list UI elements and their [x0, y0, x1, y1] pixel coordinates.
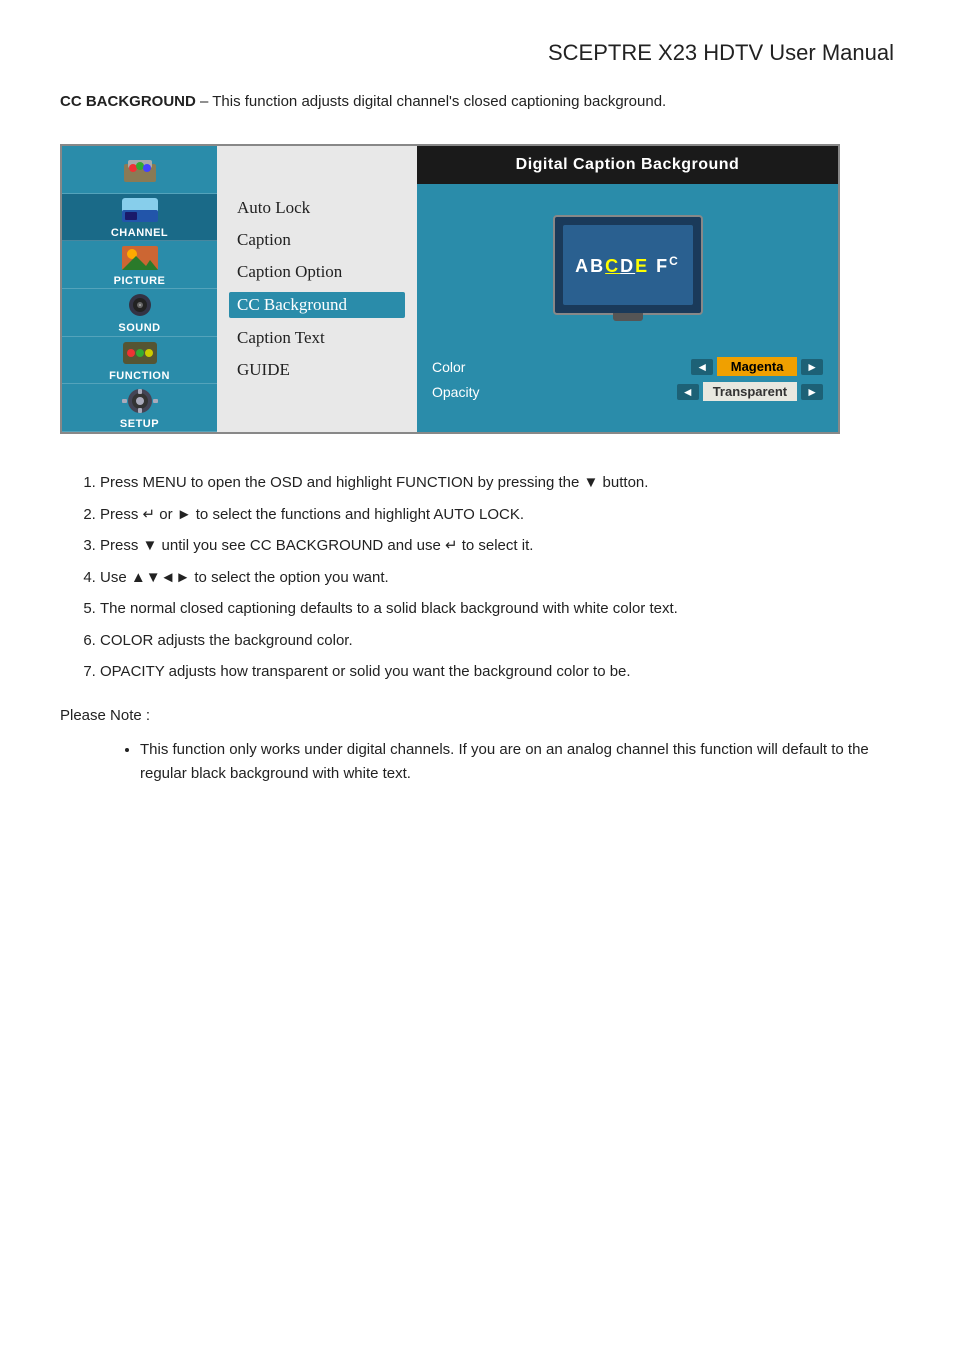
menu-item-guide[interactable]: GUIDE — [237, 358, 397, 382]
intro-text: – This function adjusts digital channel'… — [196, 93, 666, 110]
picture-icon — [119, 243, 161, 273]
osd-caption-panel: Digital Caption Background ABCDE FC Colo… — [417, 146, 838, 432]
sidebar-label-channel: CHANNEL — [111, 227, 168, 239]
option-control-opacity: ◄ Transparent ► — [677, 382, 823, 401]
color-arrow-right[interactable]: ► — [801, 359, 823, 375]
step-1: Press MENU to open the OSD and highlight… — [100, 470, 894, 496]
sidebar-item-setup[interactable]: SETUP — [62, 384, 217, 432]
osd-sidebar: CHANNEL PICTURE S — [62, 146, 217, 432]
sidebar-item-channel[interactable]: CHANNEL — [62, 194, 217, 242]
tv-preview: ABCDE FC — [553, 215, 703, 315]
tv-preview-inner: ABCDE FC — [563, 225, 693, 305]
steps-list: Press MENU to open the OSD and highlight… — [60, 470, 894, 685]
caption-panel-body: ABCDE FC Color ◄ Magenta ► Opacity — [417, 184, 838, 432]
sidebar-label-picture: PICTURE — [114, 275, 166, 287]
osd-menu-panel: Auto Lock Caption Caption Option CC Back… — [217, 146, 417, 432]
option-label-opacity: Opacity — [432, 384, 487, 400]
function-icon — [119, 338, 161, 368]
opacity-value: Transparent — [703, 382, 797, 401]
tv-preview-text: ABCDE FC — [575, 254, 680, 277]
tv-stand — [613, 313, 643, 321]
sidebar-item-sound[interactable]: SOUND — [62, 289, 217, 337]
intro-bold: CC BACKGROUND — [60, 93, 196, 110]
sidebar-label-function: FUNCTION — [109, 370, 170, 382]
sound-icon — [119, 290, 161, 320]
osd-screenshot: CHANNEL PICTURE S — [60, 144, 840, 434]
step-6: COLOR adjusts the background color. — [100, 628, 894, 654]
option-label-color: Color — [432, 359, 487, 375]
sidebar-item-picture[interactable]: PICTURE — [62, 241, 217, 289]
sidebar-item-top — [62, 146, 217, 194]
please-note-label: Please Note : — [60, 703, 894, 729]
opacity-arrow-left[interactable]: ◄ — [677, 384, 699, 400]
menu-item-autolock[interactable]: Auto Lock — [237, 196, 397, 220]
step-7: OPACITY adjusts how transparent or solid… — [100, 659, 894, 685]
channel-icon — [119, 195, 161, 225]
page-title: SCEPTRE X23 HDTV User Manual — [60, 40, 894, 66]
color-arrow-left[interactable]: ◄ — [691, 359, 713, 375]
option-row-opacity: Opacity ◄ Transparent ► — [432, 382, 823, 401]
menu-item-caption[interactable]: Caption — [237, 228, 397, 252]
opacity-arrow-right[interactable]: ► — [801, 384, 823, 400]
step-4: Use ▲▼◄► to select the option you want. — [100, 565, 894, 591]
note-bullets-list: This function only works under digital c… — [60, 738, 894, 786]
option-control-color: ◄ Magenta ► — [691, 357, 823, 376]
sidebar-item-function[interactable]: FUNCTION — [62, 337, 217, 385]
step-3: Press ▼ until you see CC BACKGROUND and … — [100, 533, 894, 559]
sidebar-label-setup: SETUP — [120, 418, 159, 430]
menu-item-cc-background[interactable]: CC Background — [229, 292, 405, 318]
setup-icon — [119, 386, 161, 416]
toolbox-icon — [119, 153, 161, 183]
sidebar-label-sound: SOUND — [118, 322, 160, 334]
instructions-section: Press MENU to open the OSD and highlight… — [60, 470, 894, 786]
step-2: Press ↵ or ► to select the functions and… — [100, 502, 894, 528]
caption-options: Color ◄ Magenta ► Opacity ◄ Transparent … — [432, 357, 823, 401]
caption-panel-header: Digital Caption Background — [417, 146, 838, 184]
note-bullet-1: This function only works under digital c… — [140, 738, 894, 786]
step-5: The normal closed captioning defaults to… — [100, 596, 894, 622]
menu-item-caption-option[interactable]: Caption Option — [237, 260, 397, 284]
color-value: Magenta — [717, 357, 797, 376]
intro-paragraph: CC BACKGROUND – This function adjusts di… — [60, 90, 894, 114]
menu-item-caption-text[interactable]: Caption Text — [237, 326, 397, 350]
option-row-color: Color ◄ Magenta ► — [432, 357, 823, 376]
